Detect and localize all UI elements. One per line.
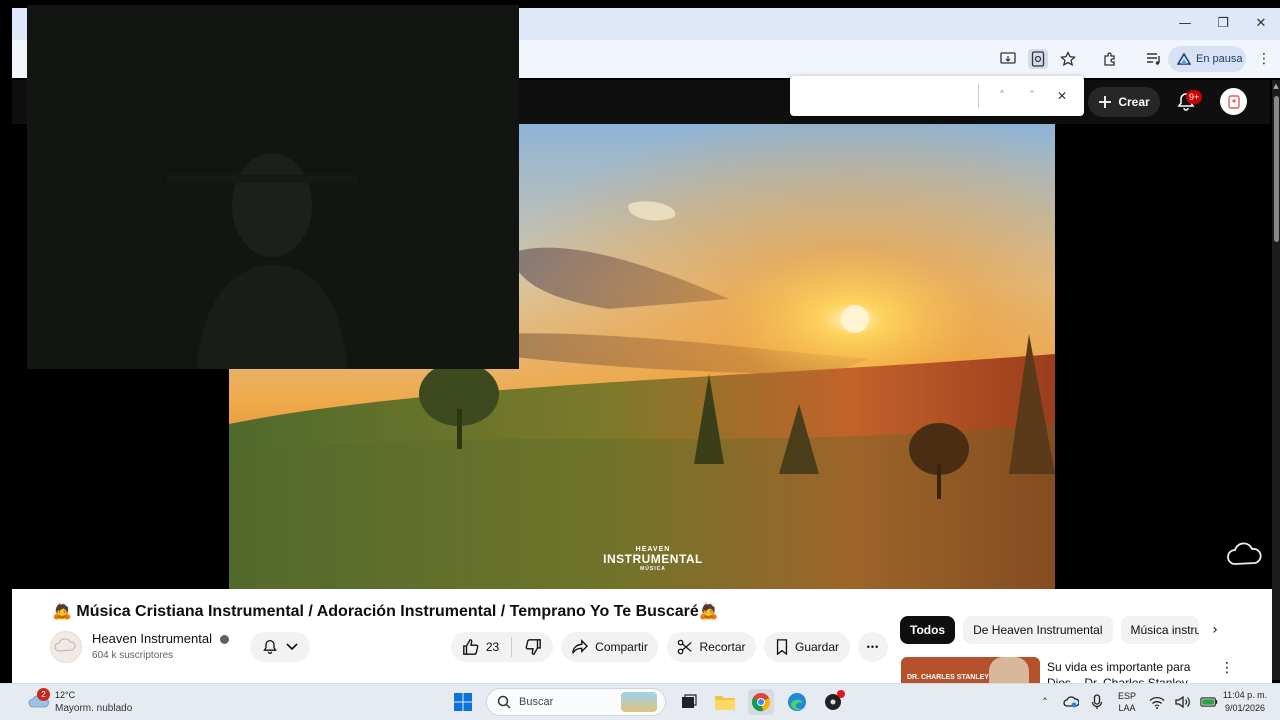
cloud-sync-icon[interactable] [1062,693,1080,711]
subscriber-count: 604 k suscriptores [92,650,174,661]
media-queue-icon[interactable] [1144,49,1164,69]
system-tray: ˄ ESP LAA [1036,687,1218,717]
watermark-sub: MÚSICA [640,566,666,572]
layout-code: LAA [1118,703,1136,713]
reading-icon[interactable] [1028,49,1048,69]
share-icon [572,639,589,654]
recommended-title[interactable]: Su vida es importante para Dios – Dr. Ch… [1047,659,1217,683]
channel-logo-icon [54,638,76,652]
dislike-button[interactable] [524,638,542,656]
taskbar-apps: Buscar [450,687,846,717]
like-count: 23 [485,640,500,654]
profile-label: En pausa [1196,53,1243,65]
profile-icon [1177,53,1191,65]
clock-date: 9/01/2026 [1224,703,1266,713]
find-divider [978,84,979,108]
create-label: Crear [1118,95,1150,109]
find-previous-button[interactable]: ˄ [990,84,1014,108]
browser-toolbar-icons [998,46,1164,72]
browser-menu-icon[interactable]: ⋮ [1254,46,1274,72]
video-title: 🙇 Música Cristiana Instrumental / Adorac… [52,603,719,620]
window-controls: — ❐ ✕ [1166,8,1280,38]
profile-chip[interactable]: En pausa [1168,46,1246,72]
clock-time: 11:04 p. m. [1222,690,1268,700]
recommendation-chips: Todos De Heaven Instrumental Música inst… [900,616,1199,644]
search-label: Buscar [519,696,554,708]
clip-button[interactable]: Recortar [667,632,756,662]
clip-label: Recortar [699,640,746,654]
bookmark-star-icon[interactable] [1058,49,1078,69]
battery-icon[interactable] [1200,693,1218,711]
weather-badge: 2 [37,688,50,701]
media-app-icon[interactable] [820,689,846,715]
scroll-up-arrow-icon[interactable]: ▲ [1272,82,1280,92]
bookmark-icon [776,639,788,655]
find-in-page-bar: ˄ ˅ ✕ [790,76,1084,116]
chevron-up-icon[interactable]: ˄ [1036,693,1054,711]
like-dislike-group: 23 [451,632,553,662]
minimize-button[interactable]: — [1166,8,1204,38]
notification-badge: 9+ [1186,90,1203,104]
windows-start-icon[interactable] [450,689,476,715]
close-window-button[interactable]: ✕ [1242,8,1280,38]
task-view-icon[interactable] [676,689,702,715]
find-input[interactable] [798,84,978,108]
search-icon [497,695,511,709]
share-label: Compartir [595,640,648,654]
chrome-app-icon[interactable] [748,689,774,715]
chip-instrumental-music[interactable]: Música instru [1120,616,1199,644]
thumbs-down-icon [525,639,542,655]
avatar-icon [1227,94,1240,109]
edge-app-icon[interactable] [784,689,810,715]
scrollbar-thumb[interactable] [1274,96,1279,242]
subscribed-notifications-button[interactable] [250,632,310,662]
chip-all[interactable]: Todos [900,616,956,644]
weather-description: Mayorm. nublado [55,703,133,714]
find-next-button[interactable]: ˅ [1020,84,1044,108]
scissors-icon [678,639,693,655]
watermark-main: INSTRUMENTAL [603,552,703,566]
wifi-icon[interactable] [1148,693,1166,711]
verified-icon [219,635,229,645]
input-language[interactable]: ESP LAA [1114,690,1140,714]
webcam-overlay [27,5,519,369]
cloud-icon [1226,540,1264,568]
extensions-icon[interactable] [1100,49,1120,69]
save-label: Guardar [794,640,840,654]
weather-temperature: 12°C [55,690,76,700]
search-highlight-image [621,692,657,712]
recommended-thumbnail[interactable]: DR. CHARLES STANLEY [901,657,1040,683]
channel-name: Heaven Instrumental [92,631,212,646]
webcam-frame [27,5,519,369]
find-close-button[interactable]: ✕ [1050,84,1074,108]
chip-from-channel[interactable]: De Heaven Instrumental [963,616,1113,644]
video-watermark: HEAVEN INSTRUMENTAL MÚSICA [603,546,703,572]
more-actions-button[interactable]: ••• [858,632,888,662]
thumbs-up-icon [462,639,479,655]
channel-name-row[interactable]: Heaven Instrumental [92,631,229,646]
chevron-right-icon[interactable]: › [1204,618,1226,642]
more-vert-icon[interactable]: ⋮ [1220,660,1234,676]
like-divider [511,637,513,657]
account-avatar[interactable] [1220,88,1247,115]
thumbnail-caption: DR. CHARLES STANLEY [907,674,989,681]
channel-avatar[interactable] [50,631,82,663]
share-button[interactable]: Compartir [561,632,658,662]
bell-icon [263,639,277,654]
like-button[interactable]: 23 [462,638,499,656]
plus-icon [1099,96,1112,108]
create-button[interactable]: Crear [1088,87,1160,117]
chevron-down-icon [286,643,298,651]
language-code: ESP [1117,691,1136,701]
volume-icon[interactable] [1174,693,1192,711]
taskbar-clock[interactable]: 11:04 p. m. 9/01/2026 [1218,689,1272,715]
microphone-icon[interactable] [1088,693,1106,711]
recording-dot-icon [837,690,845,698]
file-explorer-icon[interactable] [712,689,738,715]
save-button[interactable]: Guardar [764,632,850,662]
install-app-icon[interactable] [998,49,1018,69]
restore-button[interactable]: ❐ [1204,8,1242,38]
thumbnail-portrait [989,657,1029,683]
taskbar-search-box[interactable]: Buscar [486,688,666,716]
